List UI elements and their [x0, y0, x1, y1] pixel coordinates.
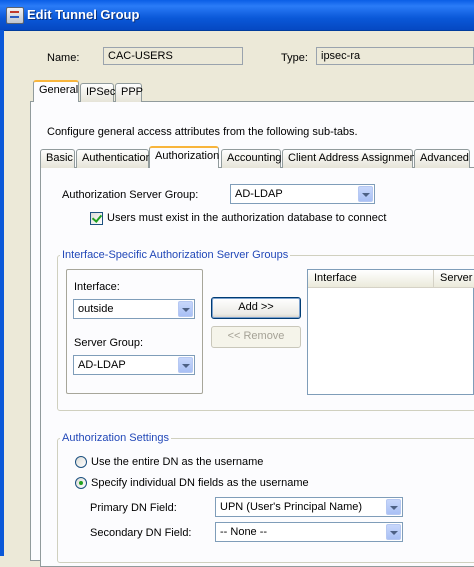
window-title: Edit Tunnel Group [27, 7, 140, 22]
primary-dn-label: Primary DN Field: [90, 502, 177, 514]
authorization-server-group-label: Authorization Server Group: [62, 189, 199, 201]
chevron-down-icon [178, 301, 193, 317]
title-bar[interactable]: Edit Tunnel Group [0, 0, 474, 31]
users-must-exist-checkbox[interactable] [90, 212, 103, 225]
type-field: ipsec-ra [316, 47, 474, 65]
server-group-value: AD-LDAP [78, 359, 126, 371]
authorization-server-group-select[interactable]: AD-LDAP [230, 184, 375, 204]
interface-select[interactable]: outside [73, 299, 195, 319]
secondary-dn-select[interactable]: -- None -- [215, 522, 403, 542]
server-group-label: Server Group: [74, 337, 144, 349]
primary-dn-select[interactable]: UPN (User's Principal Name) [215, 497, 403, 517]
authorization-server-group-value: AD-LDAP [235, 188, 283, 200]
radio-entire-dn-label: Use the entire DN as the username [91, 456, 264, 468]
primary-dn-value: UPN (User's Principal Name) [220, 501, 363, 513]
type-label: Type: [281, 52, 308, 64]
interface-value: outside [78, 303, 114, 315]
app-icon [6, 7, 24, 24]
users-must-exist-label: Users must exist in the authorization da… [107, 212, 387, 224]
radio-individual-dn[interactable] [75, 477, 87, 489]
radio-entire-dn[interactable] [75, 456, 87, 468]
instructions-text: Configure general access attributes from… [47, 126, 358, 138]
subtab-authorization[interactable]: Authorization [149, 146, 219, 168]
subtab-basic[interactable]: Basic [40, 149, 75, 168]
chevron-down-icon [358, 186, 373, 202]
radio-individual-dn-label: Specify individual DN fields as the user… [91, 477, 309, 489]
tab-general[interactable]: General [33, 80, 79, 102]
tab-ppp[interactable]: PPP [115, 83, 143, 102]
chevron-down-icon [386, 499, 401, 515]
chevron-down-icon [178, 357, 193, 373]
subtab-accounting[interactable]: Accounting [221, 149, 281, 168]
window-frame [0, 30, 4, 556]
interface-groups-legend: Interface-Specific Authorization Server … [60, 249, 291, 261]
column-header-interface[interactable]: Interface [308, 270, 434, 288]
column-header-server[interactable]: Server [434, 270, 474, 288]
server-groups-table[interactable]: Interface Server [307, 269, 474, 395]
add-button[interactable]: Add >> [211, 297, 301, 319]
remove-button[interactable]: << Remove [211, 326, 301, 348]
subtab-advanced[interactable]: Advanced [414, 149, 470, 168]
name-field: CAC-USERS [103, 47, 243, 65]
name-label: Name: [47, 52, 80, 64]
secondary-dn-value: -- None -- [220, 526, 268, 538]
subtab-client-address-assignment[interactable]: Client Address Assignment [282, 149, 419, 168]
subtab-authentication[interactable]: Authentication [76, 149, 152, 168]
chevron-down-icon [386, 524, 401, 540]
server-group-select[interactable]: AD-LDAP [73, 355, 195, 375]
interface-label: Interface: [74, 281, 120, 293]
tab-ipsec[interactable]: IPSec [80, 83, 115, 102]
secondary-dn-label: Secondary DN Field: [90, 527, 192, 539]
authorization-settings-legend: Authorization Settings [60, 432, 172, 444]
